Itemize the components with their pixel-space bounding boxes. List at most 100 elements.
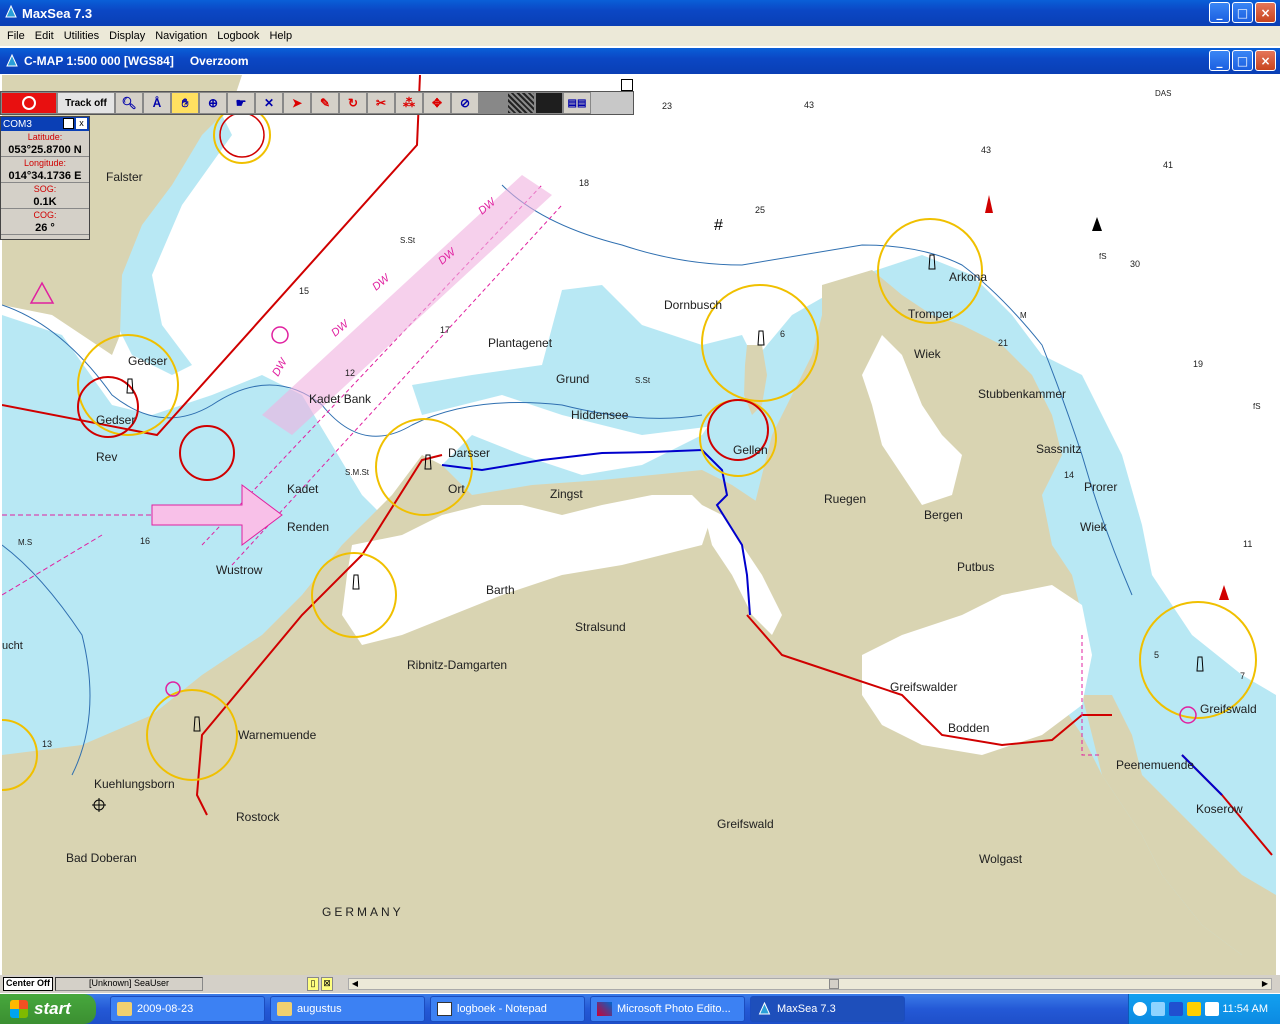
task-folder-augustus[interactable]: augustus <box>270 996 425 1022</box>
record-button[interactable] <box>1 92 57 114</box>
maximize-button[interactable]: □ <box>1232 2 1253 23</box>
nav-panel-close[interactable]: x <box>76 118 87 129</box>
place-ruegen: Ruegen <box>824 492 866 506</box>
status-icon-2[interactable]: ⊠ <box>321 977 333 991</box>
red-buoy-icon <box>985 195 993 213</box>
crosshair-icon[interactable]: ⊕ <box>199 92 227 114</box>
record-icon <box>22 96 36 110</box>
measure-icon[interactable]: ✕ <box>255 92 283 114</box>
start-button[interactable]: start <box>0 994 96 1024</box>
depth-label: 19 <box>1193 359 1203 369</box>
menu-navigation[interactable]: Navigation <box>150 30 212 42</box>
windows-flag-icon <box>10 1000 28 1018</box>
folder-icon <box>277 1002 292 1016</box>
menu-logbook[interactable]: Logbook <box>212 30 264 42</box>
place-tromper: Tromper <box>908 307 953 321</box>
scroll-thumb[interactable] <box>829 979 839 989</box>
label-ucht: ucht <box>2 640 23 652</box>
hand-pan-icon[interactable]: ✋︎ <box>171 92 199 114</box>
label-sst-1: S.St <box>400 236 416 245</box>
close-button[interactable]: × <box>1255 2 1276 23</box>
folder-icon <box>117 1002 132 1016</box>
compass-icon[interactable]: Å <box>143 92 171 114</box>
stop-icon[interactable]: ⊘ <box>451 92 479 114</box>
chart-minimize-button[interactable]: _ <box>1209 50 1230 71</box>
depth-label: 13 <box>42 739 52 749</box>
task-photo-editor[interactable]: Microsoft Photo Edito... <box>590 996 745 1022</box>
user-status: [Unknown] SeaUser <box>55 977 203 991</box>
place-plantagenet: Plantagenet <box>488 336 553 350</box>
place-kadet-bank: Kadet Bank <box>309 392 372 406</box>
move-icon[interactable]: ✥ <box>423 92 451 114</box>
minimize-button[interactable]: _ <box>1209 2 1230 23</box>
place-gellen: Gellen <box>733 443 768 457</box>
app-titlebar[interactable]: MaxSea 7.3 _ □ × <box>0 0 1280 26</box>
chart-window-titlebar[interactable]: C-MAP 1:500 000 [WGS84] Overzoom _ □ × <box>0 48 1280 74</box>
dw-label: DW <box>370 271 393 293</box>
place-germany: GERMANY <box>322 905 404 919</box>
maxsea-app-icon <box>758 1002 771 1015</box>
grab-icon[interactable]: ☛ <box>227 92 255 114</box>
depth-label: 43 <box>804 100 814 110</box>
center-off-button[interactable]: Center Off <box>3 977 53 991</box>
status-icon-1[interactable]: ▯ <box>307 977 319 991</box>
menu-edit[interactable]: Edit <box>30 30 59 42</box>
toolbar-close-button[interactable] <box>621 79 633 91</box>
nautical-chart[interactable]: # Falster Gedser Gedser Rev Kadet Bank K… <box>2 75 1276 975</box>
place-gedser-1: Gedser <box>128 354 167 368</box>
lat-label: Latitude: <box>27 132 63 142</box>
lat-value: 053°25.8700 N <box>1 143 89 157</box>
place-gedser-2: Gedser <box>96 413 135 427</box>
place-wiek-2: Wiek <box>1080 520 1108 534</box>
bluetooth-icon[interactable] <box>1169 1002 1183 1016</box>
scissors-icon[interactable]: ✂ <box>367 92 395 114</box>
app-title: MaxSea 7.3 <box>22 5 93 21</box>
place-greifswald-1: Greifswald <box>717 817 774 831</box>
place-falster: Falster <box>106 170 143 184</box>
chart-maximize-button[interactable]: □ <box>1232 50 1253 71</box>
menu-display[interactable]: Display <box>104 30 150 42</box>
warning-icon[interactable] <box>1187 1002 1201 1016</box>
task-label: augustus <box>297 1003 342 1015</box>
place-greifswalder: Greifswalder <box>890 680 957 694</box>
horizontal-scrollbar[interactable]: ◀ ▶ <box>348 978 1272 990</box>
dark-swatch[interactable] <box>535 92 563 114</box>
task-notepad[interactable]: logboek - Notepad <box>430 996 585 1022</box>
pointer-icon[interactable]: ➤ <box>283 92 311 114</box>
gray-swatch[interactable] <box>479 92 507 114</box>
nav-panel-minimize[interactable] <box>63 118 74 129</box>
menu-help[interactable]: Help <box>264 30 297 42</box>
label-fs-2: fS <box>1253 402 1261 411</box>
menu-file[interactable]: File <box>2 30 30 42</box>
tray-arrow-icon[interactable] <box>1133 1002 1147 1016</box>
place-kadet: Kadet <box>287 482 319 496</box>
place-prorer: Prorer <box>1084 480 1117 494</box>
track-off-button[interactable]: Track off <box>57 92 115 114</box>
hatch-swatch[interactable] <box>507 92 535 114</box>
speaker-icon[interactable] <box>1205 1002 1219 1016</box>
network-icon[interactable] <box>1151 1002 1165 1016</box>
sog-value: 0.1K <box>1 195 89 209</box>
scroll-left-arrow[interactable]: ◀ <box>349 979 361 989</box>
menu-utilities[interactable]: Utilities <box>59 30 104 42</box>
scroll-right-arrow[interactable]: ▶ <box>1259 979 1271 989</box>
place-bad-doberan: Bad Doberan <box>66 851 137 865</box>
pencil-icon[interactable]: ✎ <box>311 92 339 114</box>
depth-label: 5 <box>1154 650 1159 660</box>
navigation-panel: COM3 x Latitude: 053°25.8700 N Longitude… <box>0 116 90 240</box>
rotate-icon[interactable]: ↻ <box>339 92 367 114</box>
place-darsser: Darsser <box>448 446 490 460</box>
notepad-icon <box>437 1002 452 1016</box>
task-folder-2009-08-23[interactable]: 2009-08-23 <box>110 996 265 1022</box>
start-label: start <box>34 999 71 1018</box>
zoom-icon[interactable]: 🔍︎ <box>115 92 143 114</box>
place-grund: Grund <box>556 372 589 386</box>
task-maxsea[interactable]: MaxSea 7.3 <box>750 996 905 1022</box>
chart-canvas[interactable]: # Falster Gedser Gedser Rev Kadet Bank K… <box>2 75 1276 975</box>
place-stubbenkammer: Stubbenkammer <box>978 387 1066 401</box>
chart-close-button[interactable]: × <box>1255 50 1276 71</box>
route-icon[interactable]: ⁂ <box>395 92 423 114</box>
layout-icon[interactable]: ▤▤ <box>563 92 591 114</box>
wreck-marker <box>1092 217 1102 231</box>
dw-label: DW <box>270 355 290 378</box>
